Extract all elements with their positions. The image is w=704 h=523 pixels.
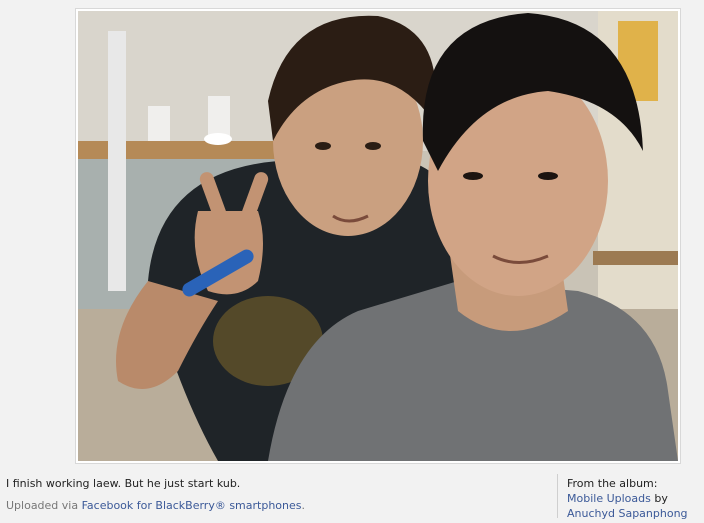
upload-prefix: Uploaded via xyxy=(6,499,82,512)
photo-illustration xyxy=(78,11,678,461)
album-divider xyxy=(557,474,558,518)
upload-suffix: . xyxy=(301,499,306,512)
album-name-link[interactable]: Mobile Uploads xyxy=(567,492,651,505)
album-info: From the album: Mobile Uploads by Anuchy… xyxy=(567,476,702,521)
photo[interactable] xyxy=(78,11,678,461)
album-label: From the album: xyxy=(567,477,658,490)
album-line: Mobile Uploads by Anuchyd Sapanphong xyxy=(567,491,702,521)
upload-source: Uploaded via Facebook for BlackBerry® sm… xyxy=(6,499,536,512)
photo-frame xyxy=(75,8,681,464)
photo-caption: I finish working laew. But he just start… xyxy=(6,477,241,490)
album-owner-link[interactable]: Anuchyd Sapanphong xyxy=(567,507,688,520)
upload-source-link[interactable]: Facebook for BlackBerry® smartphones xyxy=(82,499,302,512)
album-by: by xyxy=(650,492,668,505)
